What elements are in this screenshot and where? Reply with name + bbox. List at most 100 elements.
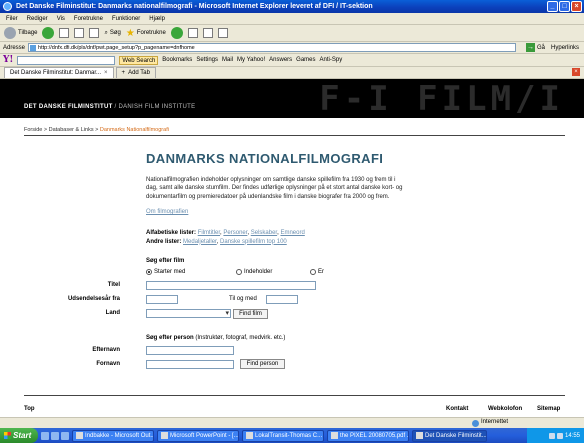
tab-close-icon[interactable]: × (104, 68, 108, 78)
radio-indeholder[interactable]: Indeholder (236, 269, 310, 275)
intro-text: Nationalfilmografien indeholder oplysnin… (146, 177, 403, 200)
favorites-button[interactable]: ★ Foretrukne (126, 28, 166, 39)
print-icon[interactable] (202, 28, 213, 38)
plus-icon: + (121, 70, 126, 76)
task-lokaltransit[interactable]: LokalTransit-Thomas C... (242, 429, 324, 442)
list-links: Alfabetiske lister: Filmtitler, Personer… (146, 230, 305, 245)
yahoo-bookmarks[interactable]: Bookmarks (162, 57, 192, 63)
about-link[interactable]: Om filmografien (146, 209, 188, 215)
menu-view[interactable]: Vis (57, 16, 65, 22)
efternavn-input[interactable] (146, 346, 234, 355)
edit-icon[interactable] (217, 28, 228, 38)
footer-webkolofon-link[interactable]: Webkolofon (488, 406, 522, 412)
task-powerpoint[interactable]: Microsoft PowerPoint - [... (157, 429, 239, 442)
windows-taskbar: Start Indbakke - Microsoft Out... Micros… (0, 428, 584, 443)
close-button[interactable]: × (571, 1, 582, 12)
tray-icon[interactable] (548, 432, 555, 439)
start-button[interactable]: Start (0, 428, 38, 443)
tab-add[interactable]: + Add Tab (115, 67, 156, 78)
yahoo-logo[interactable]: Y! (3, 55, 13, 65)
address-bar: Adresse http://dnfx.dfi.dk/pls/dnf/pwt.p… (0, 42, 584, 54)
mail-icon[interactable] (187, 28, 198, 38)
yahoo-search-button[interactable]: Web Search (119, 55, 159, 65)
ie-icon (416, 432, 423, 439)
tab-dfi[interactable]: Det Danske Filminstitut: Danmar... × (4, 67, 114, 78)
menu-edit[interactable]: Rediger (27, 16, 48, 22)
radio-checked-icon (146, 269, 152, 275)
home-icon[interactable] (89, 28, 100, 38)
quicklaunch-icon[interactable] (61, 431, 69, 440)
address-input[interactable]: http://dnfx.dfi.dk/pls/dnf/pwt.page_setu… (28, 43, 517, 52)
link-medaljetaller[interactable]: Medaljetaller (183, 239, 217, 245)
year-to-label: Til og med (229, 296, 257, 302)
breadcrumb-home[interactable]: Forside (24, 127, 42, 133)
back-button[interactable]: Tilbage (4, 27, 37, 39)
find-film-button[interactable]: Find film (233, 309, 268, 319)
footer-sitemap-link[interactable]: Sitemap (537, 406, 560, 412)
powerpoint-icon (161, 432, 168, 439)
year-from-label: Udsendelsesår fra (67, 296, 120, 302)
menu-favorites[interactable]: Foretrukne (74, 16, 103, 22)
quicklaunch-icon[interactable] (51, 431, 59, 440)
window-title: Det Danske Filminstitut: Danmarks nation… (16, 3, 373, 10)
fornavn-input[interactable] (146, 360, 234, 369)
breadcrumb-current: Danmarks Nationalfilmografi (99, 127, 169, 133)
yahoo-answers[interactable]: Answers (269, 57, 292, 63)
site-title[interactable]: DET DANSKE FILMINSTITUT / DANISH FILM IN… (24, 104, 195, 110)
clock[interactable]: 14:55 (565, 433, 580, 439)
find-person-button[interactable]: Find person (240, 359, 285, 369)
yahoo-search-input[interactable] (17, 55, 116, 65)
titel-input[interactable] (146, 281, 316, 290)
page-icon (30, 45, 37, 51)
maximize-button[interactable]: □ (559, 1, 570, 12)
go-arrow-icon: → (526, 43, 536, 52)
task-pdf[interactable]: the PIXEL 20080705.pdf ... (327, 429, 409, 442)
year-to-input[interactable] (266, 295, 298, 304)
year-from-input[interactable] (146, 295, 178, 304)
titel-label: Titel (107, 282, 120, 288)
yahoo-mail[interactable]: Mail (222, 57, 233, 63)
links-button[interactable]: Hyperlinks (551, 45, 579, 51)
yahoo-toolbar: Y! Web Search Bookmarks Settings Mail My… (0, 54, 584, 67)
history-icon[interactable] (170, 27, 183, 39)
refresh-icon[interactable] (74, 28, 85, 38)
banner-logo-graphic: F-I FILM/I (319, 79, 564, 119)
radio-starter-med[interactable]: Starter med (146, 269, 236, 275)
menu-tools[interactable]: Funktioner (112, 16, 140, 22)
yahoo-settings[interactable]: Settings (196, 57, 218, 63)
go-button[interactable]: → Gå (526, 43, 545, 52)
pdf-icon (331, 432, 338, 439)
footer-contact-link[interactable]: Kontakt (446, 406, 468, 412)
task-ie-dfi[interactable]: Det Danske Filminstit... (412, 429, 487, 442)
yahoo-anti-spy[interactable]: Anti-Spy (320, 57, 343, 63)
star-icon: ★ (125, 27, 135, 39)
link-filmtitler[interactable]: Filmtitler (198, 230, 220, 236)
menu-help[interactable]: Hjælp (149, 16, 165, 22)
menu-file[interactable]: Filer (6, 16, 18, 22)
quicklaunch-icon[interactable] (41, 431, 49, 440)
radio-er[interactable]: Er (310, 269, 324, 275)
search-button[interactable]: ⌕ Søg (104, 30, 120, 37)
breadcrumb-databases[interactable]: Databaser & Links (49, 127, 94, 133)
globe-icon (472, 420, 479, 427)
match-mode-radios: Starter med Indeholder Er (146, 269, 324, 275)
forward-button[interactable] (42, 27, 55, 39)
footer-top-link[interactable]: Top (24, 406, 35, 412)
link-top-100[interactable]: Danske spillefilm top 100 (220, 239, 287, 245)
address-label: Adresse (3, 44, 26, 51)
tray-icon[interactable] (556, 432, 563, 439)
land-label: Land (105, 310, 120, 316)
page-title: DANMARKS NATIONALFILMOGRAFI (146, 151, 384, 166)
stop-icon[interactable] (59, 28, 70, 38)
task-outlook[interactable]: Indbakke - Microsoft Out... (72, 429, 154, 442)
link-emneord[interactable]: Emneord (280, 230, 304, 236)
close-tab-icon[interactable]: × (572, 68, 580, 76)
minimize-button[interactable]: _ (547, 1, 558, 12)
quick-launch (41, 431, 69, 440)
yahoo-my-yahoo[interactable]: My Yahoo! (237, 57, 265, 63)
address-url: http://dnfx.dfi.dk/pls/dnf/pwt.page_setu… (38, 45, 195, 51)
yahoo-games[interactable]: Games (296, 57, 315, 63)
link-personer[interactable]: Personer (223, 230, 247, 236)
link-selskaber[interactable]: Selskaber (251, 230, 277, 236)
land-select[interactable] (146, 309, 231, 318)
